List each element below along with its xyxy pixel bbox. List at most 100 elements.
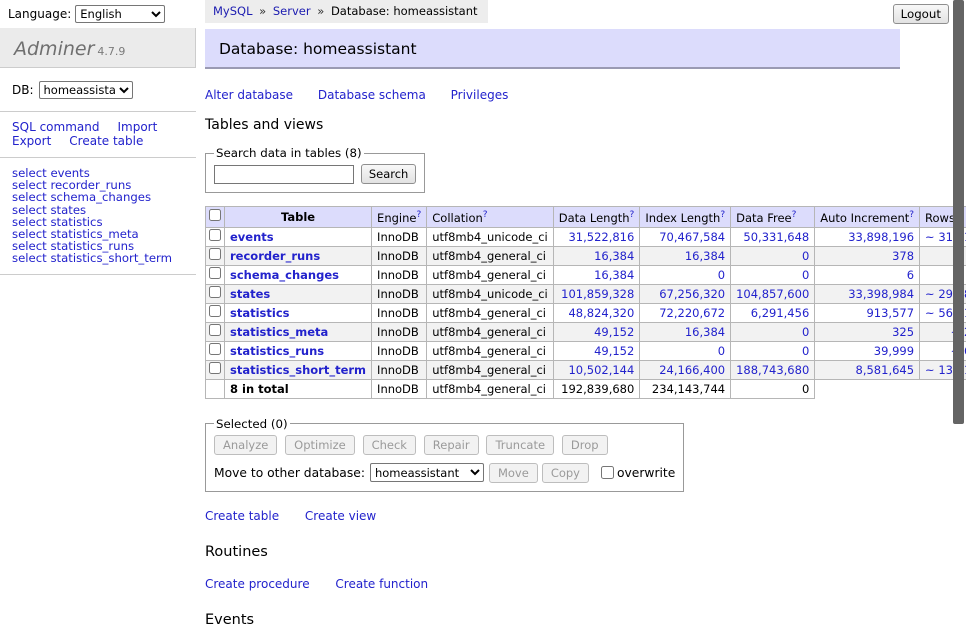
select-statistics-short-term-link[interactable]: select statistics_short_term bbox=[12, 252, 196, 264]
auto-increment-link[interactable]: 378 bbox=[892, 249, 914, 263]
breadcrumb-mysql-link[interactable]: MySQL bbox=[213, 4, 253, 18]
repair-button[interactable]: Repair bbox=[424, 435, 479, 455]
data-length-link[interactable]: 49,152 bbox=[594, 325, 634, 339]
truncate-button[interactable]: Truncate bbox=[486, 435, 554, 455]
row-select-checkbox[interactable] bbox=[209, 362, 221, 374]
move-database-select[interactable]: homeassistant bbox=[370, 463, 484, 482]
help-link[interactable]: ? bbox=[792, 210, 797, 220]
search-input[interactable] bbox=[214, 165, 354, 184]
language-label: Language: bbox=[8, 7, 71, 21]
auto-increment-link[interactable]: 6 bbox=[907, 268, 914, 282]
data-length-link[interactable]: 10,502,144 bbox=[568, 363, 634, 377]
main-content: MySQL » Server » Database: homeassistant… bbox=[205, 0, 917, 628]
drop-button[interactable]: Drop bbox=[562, 435, 608, 455]
row-select-checkbox[interactable] bbox=[209, 305, 221, 317]
data-free-link[interactable]: 188,743,680 bbox=[736, 363, 809, 377]
create-table-link-bottom[interactable]: Create table bbox=[205, 509, 279, 523]
create-table-link[interactable]: Create table bbox=[69, 134, 143, 148]
select-schema-changes-link[interactable]: select schema_changes bbox=[12, 191, 196, 203]
engine-cell: InnoDB bbox=[372, 265, 427, 284]
database-schema-link[interactable]: Database schema bbox=[318, 88, 426, 102]
data-length-link[interactable]: 16,384 bbox=[594, 268, 634, 282]
row-select-checkbox[interactable] bbox=[209, 286, 221, 298]
data-free-link[interactable]: 0 bbox=[802, 249, 809, 263]
index-length-link[interactable]: 72,220,672 bbox=[659, 306, 725, 320]
data-free-link[interactable]: 104,857,600 bbox=[736, 287, 809, 301]
index-length-link[interactable]: 67,256,320 bbox=[659, 287, 725, 301]
collation-cell: utf8mb4_unicode_ci bbox=[427, 284, 554, 303]
create-links-row: Create table Create view bbox=[205, 509, 917, 523]
search-button[interactable]: Search bbox=[361, 164, 417, 184]
data-free-link[interactable]: 50,331,648 bbox=[743, 230, 809, 244]
create-function-link[interactable]: Create function bbox=[335, 577, 428, 591]
breadcrumb: MySQL » Server » Database: homeassistant bbox=[205, 0, 488, 23]
auto-increment-link[interactable]: 8,581,645 bbox=[856, 363, 915, 377]
analyze-button[interactable]: Analyze bbox=[214, 435, 277, 455]
table-name-link[interactable]: recorder_runs bbox=[230, 249, 320, 263]
row-select-checkbox[interactable] bbox=[209, 248, 221, 260]
index-length-link[interactable]: 0 bbox=[718, 268, 725, 282]
table-name-link[interactable]: schema_changes bbox=[230, 268, 339, 282]
row-select-checkbox[interactable] bbox=[209, 229, 221, 241]
overwrite-checkbox[interactable] bbox=[601, 466, 614, 479]
sidebar-table-links: select events select recorder_runs selec… bbox=[0, 158, 196, 274]
db-select[interactable]: homeassistant bbox=[39, 81, 133, 99]
data-free-link[interactable]: 0 bbox=[802, 325, 809, 339]
data-free-link[interactable]: 0 bbox=[802, 268, 809, 282]
page-title: Database: homeassistant bbox=[205, 29, 900, 69]
index-length-link[interactable]: 16,384 bbox=[685, 325, 725, 339]
data-free-link[interactable]: 0 bbox=[802, 344, 809, 358]
table-name-link[interactable]: states bbox=[230, 287, 270, 301]
auto-increment-link[interactable]: 33,898,196 bbox=[848, 230, 914, 244]
help-link[interactable]: ? bbox=[720, 210, 725, 220]
export-link[interactable]: Export bbox=[12, 134, 51, 148]
data-free-link[interactable]: 6,291,456 bbox=[751, 306, 810, 320]
vertical-scrollbar[interactable] bbox=[953, 0, 964, 424]
breadcrumb-server-link[interactable]: Server bbox=[273, 4, 311, 18]
logout-button[interactable]: Logout bbox=[893, 4, 949, 24]
privileges-link[interactable]: Privileges bbox=[451, 88, 509, 102]
check-button[interactable]: Check bbox=[363, 435, 416, 455]
data-length-link[interactable]: 48,824,320 bbox=[568, 306, 634, 320]
create-view-link[interactable]: Create view bbox=[305, 509, 376, 523]
alter-database-link[interactable]: Alter database bbox=[205, 88, 293, 102]
sidebar-command-links: SQL command Import Export Create table bbox=[0, 112, 196, 157]
data-length-link[interactable]: 31,522,816 bbox=[568, 230, 634, 244]
import-link[interactable]: Import bbox=[117, 120, 157, 134]
index-length-link[interactable]: 24,166,400 bbox=[659, 363, 725, 377]
create-procedure-link[interactable]: Create procedure bbox=[205, 577, 310, 591]
row-select-checkbox[interactable] bbox=[209, 267, 221, 279]
auto-increment-link[interactable]: 33,398,984 bbox=[848, 287, 914, 301]
index-length-link[interactable]: 0 bbox=[718, 344, 725, 358]
auto-increment-link[interactable]: 39,999 bbox=[874, 344, 914, 358]
help-link[interactable]: ? bbox=[483, 210, 488, 220]
data-length-link[interactable]: 16,384 bbox=[594, 249, 634, 263]
index-length-link[interactable]: 16,384 bbox=[685, 249, 725, 263]
table-name-link[interactable]: statistics_meta bbox=[230, 325, 328, 339]
select-states-link[interactable]: select states bbox=[12, 204, 196, 216]
language-bar: Language: English bbox=[0, 0, 196, 24]
row-select-checkbox[interactable] bbox=[209, 324, 221, 336]
copy-button[interactable]: Copy bbox=[542, 463, 589, 483]
table-name-link[interactable]: statistics bbox=[230, 306, 290, 320]
sql-command-link[interactable]: SQL command bbox=[12, 120, 99, 134]
move-button[interactable]: Move bbox=[489, 463, 538, 483]
index-length-link[interactable]: 70,467,584 bbox=[659, 230, 725, 244]
help-link[interactable]: ? bbox=[630, 210, 635, 220]
select-all-checkbox[interactable] bbox=[209, 209, 221, 221]
table-name-link[interactable]: statistics_short_term bbox=[230, 363, 366, 377]
column-header-data-free: Data Free? bbox=[731, 207, 815, 228]
row-select-checkbox[interactable] bbox=[209, 343, 221, 355]
search-legend: Search data in tables (8) bbox=[214, 146, 364, 160]
auto-increment-link[interactable]: 913,577 bbox=[866, 306, 914, 320]
table-name-link[interactable]: events bbox=[230, 230, 274, 244]
data-length-link[interactable]: 49,152 bbox=[594, 344, 634, 358]
table-row: statistics_short_term InnoDB utf8mb4_gen… bbox=[206, 360, 966, 379]
help-link[interactable]: ? bbox=[909, 210, 914, 220]
data-length-link[interactable]: 101,859,328 bbox=[561, 287, 634, 301]
table-name-link[interactable]: statistics_runs bbox=[230, 344, 324, 358]
help-link[interactable]: ? bbox=[416, 210, 421, 220]
auto-increment-link[interactable]: 325 bbox=[892, 325, 914, 339]
optimize-button[interactable]: Optimize bbox=[285, 435, 355, 455]
language-select[interactable]: English bbox=[75, 5, 165, 23]
